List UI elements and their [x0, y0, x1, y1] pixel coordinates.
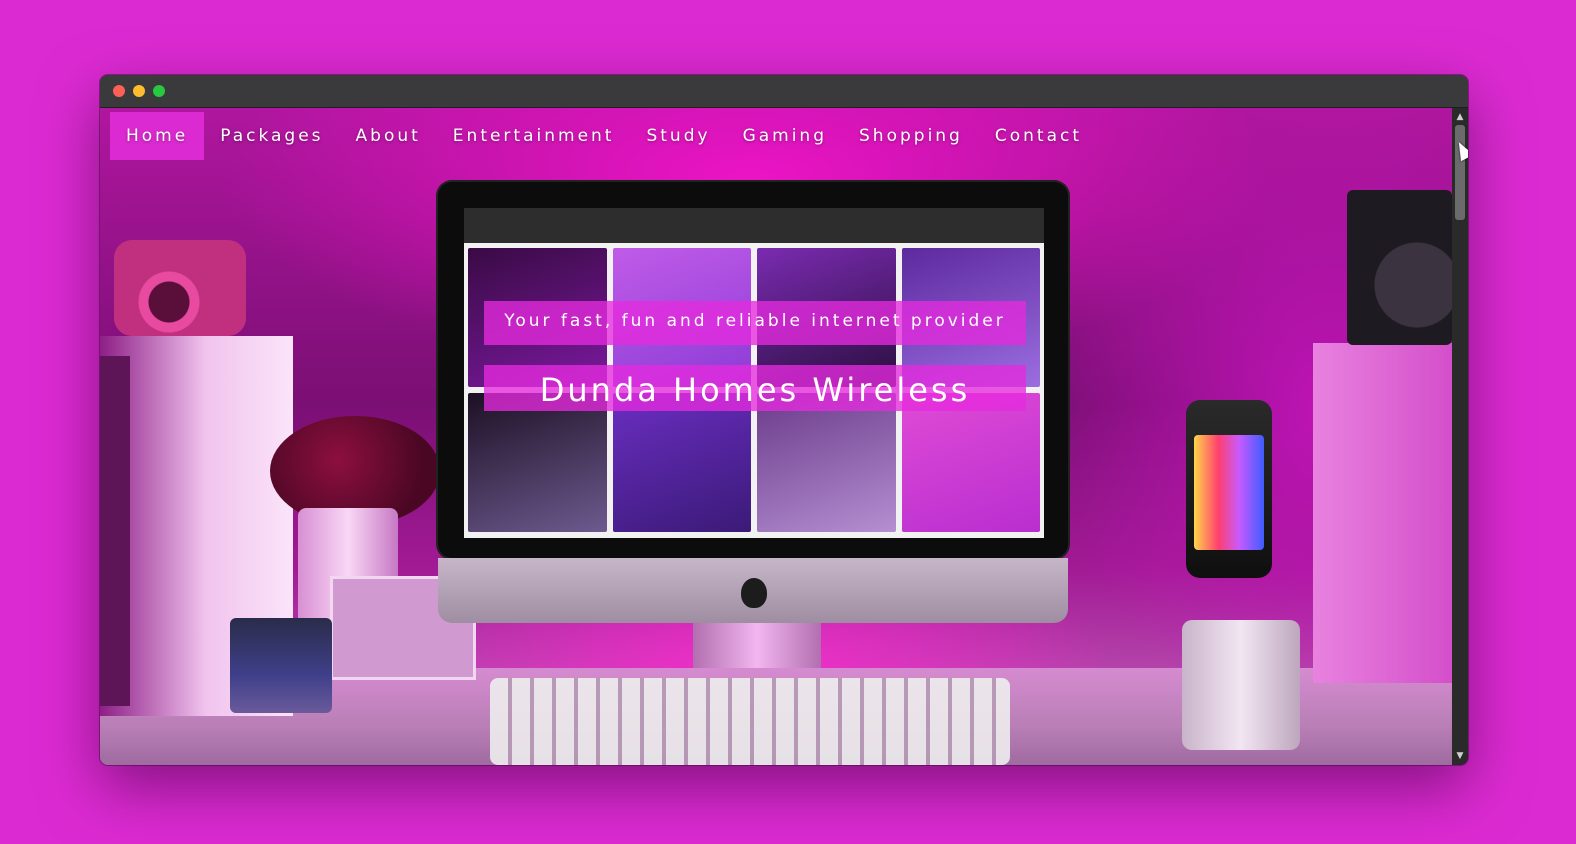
camera-image [114, 240, 246, 336]
main-navigation: Home Packages About Entertainment Study … [110, 112, 1098, 160]
right-cabinet-image [1313, 343, 1452, 683]
hero-section: Home Packages About Entertainment Study … [100, 108, 1452, 765]
zoom-window-button[interactable] [153, 85, 165, 97]
phone-image [1186, 400, 1272, 578]
keyboard-image [490, 678, 1010, 765]
nav-contact[interactable]: Contact [979, 112, 1098, 160]
vertical-scrollbar[interactable]: ▲ ▼ [1452, 108, 1468, 765]
nav-packages[interactable]: Packages [204, 112, 339, 160]
imac-stand-image [693, 623, 821, 668]
nav-home[interactable]: Home [110, 112, 205, 160]
nav-entertainment[interactable]: Entertainment [437, 112, 631, 160]
close-window-button[interactable] [113, 85, 125, 97]
nav-shopping[interactable]: Shopping [843, 112, 979, 160]
nav-study[interactable]: Study [630, 112, 726, 160]
scroll-down-arrow-icon[interactable]: ▼ [1452, 749, 1468, 763]
speaker-image [1347, 190, 1452, 345]
minimize-window-button[interactable] [133, 85, 145, 97]
apple-logo-icon [741, 578, 767, 608]
hero-title: Dunda Homes Wireless [484, 365, 1026, 411]
browser-window: Home Packages About Entertainment Study … [100, 75, 1468, 765]
scroll-up-arrow-icon[interactable]: ▲ [1452, 110, 1468, 124]
nav-about[interactable]: About [340, 112, 437, 160]
hero-tagline: Your fast, fun and reliable internet pro… [484, 301, 1026, 345]
candle-image [230, 618, 332, 713]
window-titlebar [100, 75, 1468, 108]
nav-gaming[interactable]: Gaming [727, 112, 843, 160]
mug-image [1182, 620, 1300, 750]
